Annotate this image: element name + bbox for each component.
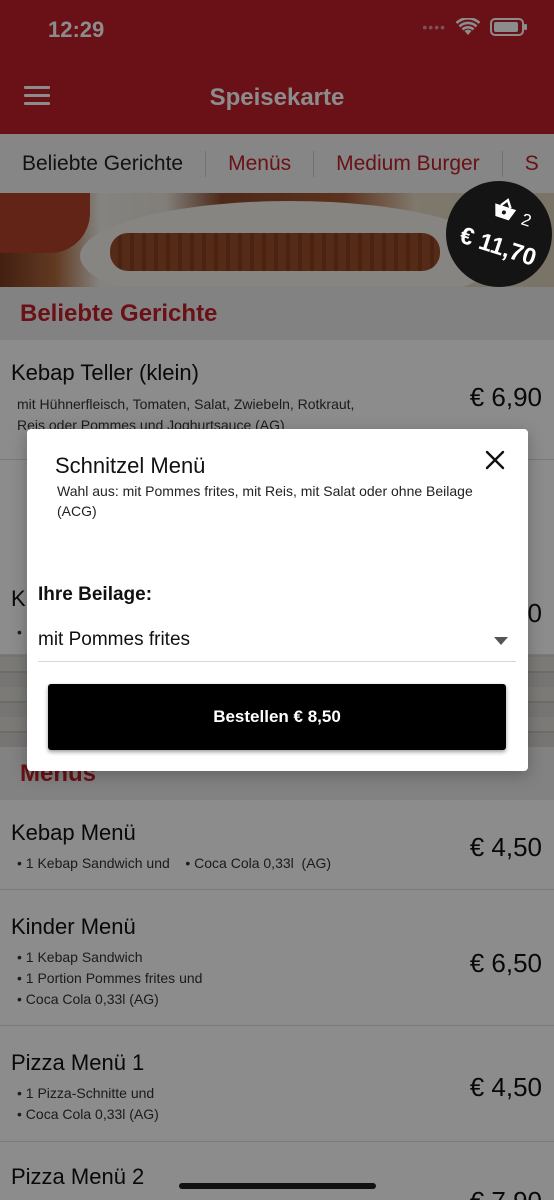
side-dish-select[interactable]: mit Pommes frites (38, 625, 516, 662)
side-dish-label: Ihre Beilage: (38, 584, 153, 605)
cart-basket-icon (495, 198, 517, 221)
close-icon[interactable] (484, 449, 506, 471)
product-options-dialog: Schnitzel Menü Wahl aus: mit Pommes frit… (27, 429, 528, 771)
chevron-down-icon (494, 637, 508, 645)
cart-total: € 11,70 (456, 221, 540, 272)
cart-count: 2 (518, 209, 534, 231)
dialog-title: Schnitzel Menü (55, 453, 206, 478)
home-indicator (179, 1183, 376, 1189)
order-button[interactable]: Bestellen € 8,50 (48, 684, 506, 750)
side-dish-selected-value: mit Pommes frites (38, 629, 191, 650)
dialog-subtitle: Wahl aus: mit Pommes frites, mit Reis, m… (57, 483, 473, 519)
cart-button[interactable]: 2 € 11,70 (446, 181, 552, 287)
